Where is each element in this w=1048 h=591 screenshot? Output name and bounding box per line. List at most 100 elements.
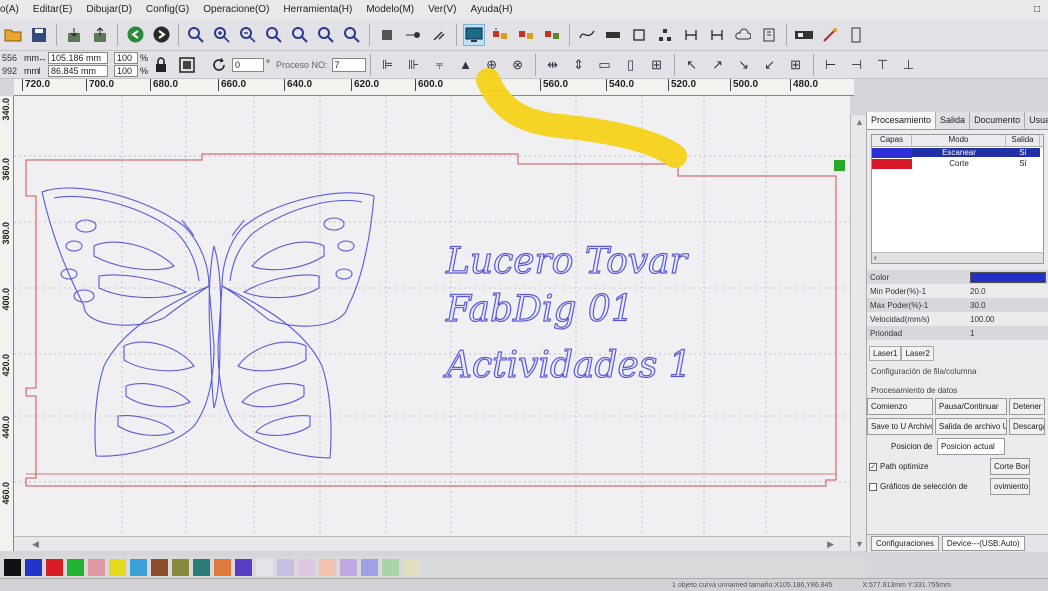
prop-color-swatch[interactable]: [970, 271, 1046, 283]
center-h-icon[interactable]: ⊕: [481, 54, 503, 76]
node-edit-icon[interactable]: [402, 24, 424, 46]
y-scale-input[interactable]: 100: [114, 65, 138, 77]
dimension-v-icon[interactable]: [706, 24, 728, 46]
frame-icon[interactable]: [176, 54, 198, 76]
center-v-icon[interactable]: ⊗: [507, 54, 529, 76]
same-size-icon[interactable]: ⊞: [646, 54, 668, 76]
stop-button[interactable]: Detener: [1009, 398, 1045, 415]
position-select[interactable]: Posicion actual: [937, 438, 1005, 455]
menu-dibujar[interactable]: Dibujar(D): [79, 4, 139, 15]
menu-herramienta[interactable]: Herramienta(H): [276, 4, 359, 15]
dock-top-icon[interactable]: ⊤: [872, 54, 894, 76]
prop-value[interactable]: 20.0: [967, 287, 1048, 296]
arrow-top-left-icon[interactable]: ↖: [681, 54, 703, 76]
scroll-down-icon[interactable]: ▼: [855, 539, 864, 549]
select-icon[interactable]: [376, 24, 398, 46]
save-icon[interactable]: [28, 24, 50, 46]
tab-usuario[interactable]: Usuario: [1025, 112, 1048, 129]
design-text-line-2[interactable]: FabDig 01: [444, 288, 634, 330]
text-tool-icon[interactable]: [602, 24, 624, 46]
save-udisk-button[interactable]: Save to U Archivo: [867, 418, 933, 435]
menu-archivo[interactable]: o(A): [0, 4, 26, 15]
selection-graphics-checkbox[interactable]: Gráficos de selección de ovimiento B: [867, 478, 1048, 495]
laser-array-icon[interactable]: [489, 24, 511, 46]
align-top-icon[interactable]: ⫧: [429, 54, 451, 76]
rotate-icon[interactable]: [208, 54, 230, 76]
design-text-line-3[interactable]: Actividades 1: [442, 344, 692, 386]
start-button[interactable]: Comienzo: [867, 398, 933, 415]
path-optimize-checkbox[interactable]: ✓ Path optimize Corte Bord: [867, 458, 1048, 475]
arrow-bottom-left-icon[interactable]: ↙: [759, 54, 781, 76]
document-icon[interactable]: [758, 24, 780, 46]
output-udisk-button[interactable]: Salida de archivo U: [935, 418, 1007, 435]
y-position-input[interactable]: 86.845 mm: [48, 65, 108, 77]
process-no-input[interactable]: 7: [331, 57, 366, 72]
export-icon[interactable]: [89, 24, 111, 46]
arrow-top-right-icon[interactable]: ↗: [707, 54, 729, 76]
open-folder-icon[interactable]: [2, 24, 24, 46]
layer-row-cut[interactable]: Corte Sí: [872, 158, 1043, 169]
x-position-input[interactable]: 105.186 mm: [48, 52, 108, 64]
move-box-button[interactable]: ovimiento B: [990, 478, 1030, 495]
zoom-data-icon[interactable]: [315, 24, 337, 46]
palette-color[interactable]: [88, 558, 105, 576]
cut-box-button[interactable]: Corte Bord: [990, 458, 1030, 475]
preview-monitor-icon[interactable]: [463, 23, 485, 46]
menu-modelo[interactable]: Modelo(M): [359, 4, 421, 15]
prop-value[interactable]: 1: [967, 329, 1048, 338]
laser-array3-icon[interactable]: [541, 24, 563, 46]
palette-color[interactable]: [235, 558, 252, 576]
tab-laser1[interactable]: Laser1: [869, 346, 902, 361]
space-v-icon[interactable]: ⇕: [568, 54, 590, 76]
palette-color[interactable]: [151, 558, 168, 576]
palette-color[interactable]: [193, 558, 210, 576]
vertical-scrollbar[interactable]: ▲ ▼: [850, 115, 866, 551]
prop-value[interactable]: 30.0: [967, 301, 1048, 310]
redo-icon[interactable]: [150, 24, 172, 46]
zoom-page-icon[interactable]: [263, 24, 285, 46]
center-page-icon[interactable]: ⊞: [785, 54, 807, 76]
prop-value[interactable]: 100.00: [967, 315, 1048, 324]
cursor-icon[interactable]: ▲: [455, 54, 477, 76]
dock-right-icon[interactable]: ⊣: [846, 54, 868, 76]
menu-ayuda[interactable]: Ayuda(H): [463, 4, 519, 15]
tab-documento[interactable]: Documento: [970, 112, 1026, 129]
same-width-icon[interactable]: ▭: [594, 54, 616, 76]
download-button[interactable]: Descargar: [1009, 418, 1045, 435]
palette-color[interactable]: [361, 558, 378, 576]
horizontal-scrollbar[interactable]: ◀ ▶: [14, 536, 850, 551]
config-button[interactable]: Configuraciones: [871, 536, 939, 551]
design-text-line-1[interactable]: Lucero Tovar: [444, 240, 689, 282]
scroll-up-icon[interactable]: ▲: [855, 117, 864, 127]
palette-color[interactable]: [340, 558, 357, 576]
zoom-out-icon[interactable]: [237, 24, 259, 46]
scroll-left-icon[interactable]: ◀: [32, 539, 39, 550]
palette-color[interactable]: [403, 558, 420, 576]
menu-ver[interactable]: Ver(V): [421, 4, 463, 15]
palette-color[interactable]: [298, 558, 315, 576]
laser-pen-icon[interactable]: [819, 24, 841, 46]
palette-color[interactable]: [382, 558, 399, 576]
tab-salida[interactable]: Salida: [936, 112, 971, 129]
device-icon[interactable]: [793, 24, 815, 46]
tree-icon[interactable]: [654, 24, 676, 46]
drawing-canvas[interactable]: Lucero Tovar FabDig 01 Actividades 1: [14, 96, 850, 536]
rectangle-icon[interactable]: [628, 24, 650, 46]
space-h-icon[interactable]: ⇹: [542, 54, 564, 76]
selection-handle[interactable]: [834, 160, 845, 171]
layer-row-scan[interactable]: Escanear Sí: [872, 147, 1043, 158]
rotation-input[interactable]: 0: [232, 57, 265, 72]
ruler-icon[interactable]: [845, 24, 867, 46]
cloud-icon[interactable]: [732, 24, 754, 46]
palette-color[interactable]: [319, 558, 336, 576]
align-right-icon[interactable]: ⊪: [403, 54, 425, 76]
align-left-icon[interactable]: ⊫: [377, 54, 399, 76]
window-restore-button[interactable]: □: [1034, 4, 1048, 15]
dock-left-icon[interactable]: ⊢: [820, 54, 842, 76]
palette-color[interactable]: [46, 558, 63, 576]
laser-array2-icon[interactable]: [515, 24, 537, 46]
butterfly-design[interactable]: [41, 187, 375, 459]
palette-color[interactable]: [256, 558, 273, 576]
zoom-fit-icon[interactable]: [341, 24, 363, 46]
palette-color[interactable]: [130, 558, 147, 576]
